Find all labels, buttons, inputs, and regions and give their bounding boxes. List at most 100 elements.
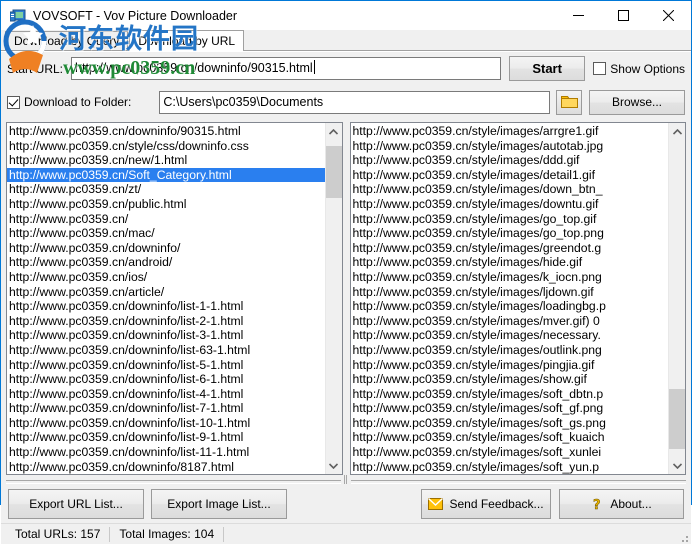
about-label: About... xyxy=(610,497,652,512)
list-item[interactable]: http://www.pc0359.cn/style/images/soft_g… xyxy=(351,416,669,431)
export-image-list-button[interactable]: Export Image List... xyxy=(151,489,287,520)
status-total-urls: Total URLs: 157 xyxy=(6,526,111,542)
list-item[interactable]: http://www.pc0359.cn/style/images/mver.g… xyxy=(351,314,669,329)
scroll-down-icon[interactable] xyxy=(326,457,342,474)
list-item[interactable]: http://www.pc0359.cn/style/images/downtu… xyxy=(351,197,669,212)
list-item[interactable]: http://www.pc0359.cn/downinfo/list-11-1.… xyxy=(7,445,325,460)
scroll-up-icon[interactable] xyxy=(669,123,685,140)
list-item[interactable]: http://www.pc0359.cn/downinfo/list-6-1.h… xyxy=(7,372,325,387)
list-item[interactable]: http://www.pc0359.cn/style/images/arrgre… xyxy=(351,124,669,139)
image-list-scroll-thumb[interactable] xyxy=(669,389,685,450)
download-to-folder-checkbox[interactable]: Download to Folder: xyxy=(7,95,131,109)
title-bar: VOVSOFT - Vov Picture Downloader xyxy=(1,1,691,30)
list-item[interactable]: http://www.pc0359.cn/downinfo/list-7-1.h… xyxy=(7,401,325,416)
show-options-label: Show Options xyxy=(610,61,685,76)
download-to-folder-label: Download to Folder: xyxy=(24,95,132,109)
list-item[interactable]: http://www.pc0359.cn/downinfo/90315.html xyxy=(7,124,325,139)
list-item[interactable]: http://www.pc0359.cn/downinfo/list-5-1.h… xyxy=(7,358,325,373)
list-item[interactable]: http://www.pc0359.cn/style/images/autota… xyxy=(351,139,669,154)
separator xyxy=(1,475,691,485)
list-item[interactable]: http://www.pc0359.cn/downinfo/list-3-1.h… xyxy=(7,328,325,343)
list-item[interactable]: http://www.pc0359.cn/style/images/soft_d… xyxy=(351,387,669,402)
list-item[interactable]: http://www.pc0359.cn/style/images/k_iocn… xyxy=(351,270,669,285)
open-folder-button[interactable] xyxy=(556,89,582,115)
list-item[interactable]: http://www.pc0359.cn/style/images/soft_x… xyxy=(351,445,669,460)
download-to-folder-checkbox-box xyxy=(7,95,20,109)
list-item[interactable]: http://www.pc0359.cn/style/images/outlin… xyxy=(351,343,669,358)
start-url-input[interactable]: http://www.pc0359.cn/downinfo/90315.html xyxy=(71,57,502,80)
main-content: Start URL: http://www.pc0359.cn/downinfo… xyxy=(1,51,691,544)
list-item[interactable]: http://www.pc0359.cn/style/images/ljdown… xyxy=(351,285,669,300)
list-item[interactable]: http://www.pc0359.cn/style/images/show.g… xyxy=(351,372,669,387)
list-item[interactable]: http://www.pc0359.cn/style/css/downinfo.… xyxy=(7,139,325,154)
window-title: VOVSOFT - Vov Picture Downloader xyxy=(33,8,238,23)
window-controls xyxy=(556,1,691,30)
list-item[interactable]: http://www.pc0359.cn/mac/ xyxy=(7,226,325,241)
list-item[interactable]: http://www.pc0359.cn/ios/ xyxy=(7,270,325,285)
resize-grip-icon[interactable] xyxy=(676,530,688,543)
tab-download-by-url[interactable]: Download by URL xyxy=(129,30,245,51)
list-item[interactable]: http://www.pc0359.cn/style/images/go_top… xyxy=(351,212,669,227)
list-item[interactable]: http://www.pc0359.cn/downinfo/list-1-1.h… xyxy=(7,299,325,314)
tab-strip: Download by Query Download by URL xyxy=(1,30,691,51)
list-item[interactable]: http://www.pc0359.cn/style/images/down_b… xyxy=(351,182,669,197)
envelope-icon xyxy=(428,498,444,511)
status-bar: Total URLs: 157 Total Images: 104 xyxy=(1,523,691,544)
list-item[interactable]: http://www.pc0359.cn/style/images/detail… xyxy=(351,168,669,183)
maximize-button[interactable] xyxy=(601,1,646,30)
image-listbox[interactable]: http://www.pc0359.cn/style/images/arrgre… xyxy=(349,122,686,476)
text-caret xyxy=(313,60,315,74)
scroll-down-icon[interactable] xyxy=(669,457,685,474)
close-button[interactable] xyxy=(646,1,691,30)
list-item[interactable]: http://www.pc0359.cn/style/images/greend… xyxy=(351,241,669,256)
list-item[interactable]: http://www.pc0359.cn/downinfo/list-4-1.h… xyxy=(7,387,325,402)
list-item[interactable]: http://www.pc0359.cn/public.html xyxy=(7,197,325,212)
list-item[interactable]: http://www.pc0359.cn/style/images/pingji… xyxy=(351,358,669,373)
list-item[interactable]: http://www.pc0359.cn/style/images/ddd.gi… xyxy=(351,153,669,168)
list-item[interactable]: http://www.pc0359.cn/Soft_Category.html xyxy=(7,167,325,183)
about-button[interactable]: ? About... xyxy=(559,489,684,520)
list-item[interactable]: http://www.pc0359.cn/new/1.html xyxy=(7,153,325,168)
show-options-checkbox[interactable]: Show Options xyxy=(593,62,685,76)
export-url-list-button[interactable]: Export URL List... xyxy=(8,489,144,520)
url-listbox[interactable]: http://www.pc0359.cn/downinfo/90315.html… xyxy=(6,122,343,476)
list-item[interactable]: http://www.pc0359.cn/article/ xyxy=(7,285,325,300)
list-item[interactable]: http://www.pc0359.cn/style/images/loadin… xyxy=(351,299,669,314)
list-item[interactable]: http://www.pc0359.cn/downinfo/list-9-1.h… xyxy=(7,430,325,445)
list-item[interactable]: http://www.pc0359.cn/downinfo/list-10-1.… xyxy=(7,416,325,431)
start-button[interactable]: Start xyxy=(509,56,586,81)
list-item[interactable]: http://www.pc0359.cn/downinfo/list-2-1.h… xyxy=(7,314,325,329)
browse-button[interactable]: Browse... xyxy=(589,89,685,115)
splitter-grip[interactable] xyxy=(341,475,351,485)
list-item[interactable]: http://www.pc0359.cn/style/images/soft_k… xyxy=(351,430,669,445)
list-item[interactable]: http://www.pc0359.cn/downinfo/8187.html xyxy=(7,460,325,475)
list-item[interactable]: http://www.pc0359.cn/android/ xyxy=(7,255,325,270)
download-folder-input[interactable]: C:\Users\pc0359\Documents xyxy=(159,90,550,114)
url-list-scroll-thumb[interactable] xyxy=(325,146,342,198)
url-list-items: http://www.pc0359.cn/downinfo/90315.html… xyxy=(7,123,325,474)
question-mark-icon: ? xyxy=(591,497,604,511)
tab-download-by-query[interactable]: Download by Query xyxy=(5,31,129,50)
show-options-checkbox-box xyxy=(593,62,607,75)
list-item[interactable]: http://www.pc0359.cn/style/images/necess… xyxy=(351,328,669,343)
status-total-images: Total Images: 104 xyxy=(110,526,225,542)
start-url-label: Start URL: xyxy=(7,61,64,76)
start-url-value: http://www.pc0359.cn/downinfo/90315.html xyxy=(75,61,313,75)
lists-area: http://www.pc0359.cn/downinfo/90315.html… xyxy=(1,119,691,476)
list-item[interactable]: http://www.pc0359.cn/zt/ xyxy=(7,182,325,197)
image-list-scrollbar[interactable] xyxy=(668,123,685,475)
list-item[interactable]: http://www.pc0359.cn/downinfo/ xyxy=(7,241,325,256)
list-item[interactable]: http://www.pc0359.cn/downinfo/list-63-1.… xyxy=(7,343,325,358)
download-folder-row: Download to Folder: C:\Users\pc0359\Docu… xyxy=(1,85,691,119)
list-item[interactable]: http://www.pc0359.cn/style/images/go_top… xyxy=(351,226,669,241)
url-list-scrollbar[interactable] xyxy=(324,123,342,475)
list-item[interactable]: http://www.pc0359.cn/style/images/soft_g… xyxy=(351,401,669,416)
minimize-button[interactable] xyxy=(556,1,601,30)
url-list-scroll-track[interactable] xyxy=(325,140,342,457)
image-list-scroll-track[interactable] xyxy=(669,140,685,457)
send-feedback-button[interactable]: Send Feedback... xyxy=(421,489,551,520)
list-item[interactable]: http://www.pc0359.cn/style/images/soft_y… xyxy=(351,460,669,475)
list-item[interactable]: http://www.pc0359.cn/style/images/hide.g… xyxy=(351,255,669,270)
list-item[interactable]: http://www.pc0359.cn/ xyxy=(7,212,325,227)
scroll-up-icon[interactable] xyxy=(326,123,342,140)
